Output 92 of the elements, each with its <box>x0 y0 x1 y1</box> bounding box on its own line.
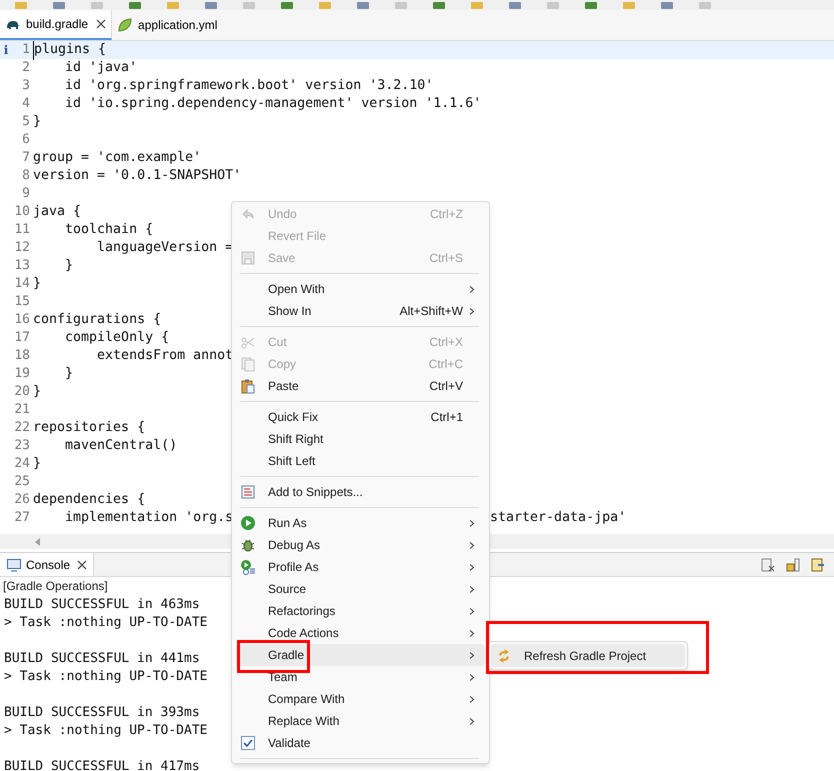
console-line: BUILD SUCCESSFUL in 393ms <box>4 705 200 720</box>
menu-item-label: Source <box>268 581 308 598</box>
menu-item-label: Gradle <box>268 647 306 664</box>
code-line: id 'io.spring.dependency-management' version '1.1.6' <box>64 96 482 112</box>
line-number: 18 <box>13 347 31 366</box>
line-number: 7 <box>21 149 31 168</box>
code-line: plugins { <box>34 42 106 58</box>
code-line: } <box>33 114 42 130</box>
tab-label: Console <box>26 556 70 574</box>
line-number: 20 <box>13 383 31 402</box>
menu-item-label: Save <box>268 250 296 267</box>
line-number: 14 <box>13 275 31 294</box>
console-line: BUILD SUCCESSFUL in 417ms <box>4 759 200 771</box>
line-number: 17 <box>13 329 31 348</box>
menu-item-label: Show In <box>268 303 312 320</box>
code-line: version = '0.0.1-SNAPSHOT' <box>33 168 242 184</box>
console-title: [Gradle Operations] <box>3 579 108 593</box>
line-number: 21 <box>13 401 31 420</box>
code-line: mavenCentral() <box>64 438 178 454</box>
console-line: > Task :nothing UP-TO-DATE <box>4 615 208 630</box>
console-line: > Task :nothing UP-TO-DATE <box>4 723 208 738</box>
menu-item-label: Revert File <box>268 228 328 245</box>
line-number: 13 <box>13 257 31 276</box>
menu-item-label: Team <box>268 669 298 686</box>
code-line: extendsFrom annot <box>96 348 234 364</box>
menu-item-label: Refactorings <box>268 603 336 620</box>
shortcut-label: Ctrl+S <box>429 250 463 267</box>
menu-item-label: Code Actions <box>268 625 340 642</box>
console-line: > Task :nothing UP-TO-DATE <box>4 669 208 684</box>
line-number: 4 <box>21 95 31 114</box>
menu-item-label: Undo <box>268 206 298 223</box>
line-number: 9 <box>21 185 31 204</box>
line-number: 2 <box>21 59 31 78</box>
code-line: } <box>64 366 74 382</box>
console-line: BUILD SUCCESSFUL in 441ms <box>4 651 200 666</box>
code-line: } <box>33 276 42 292</box>
tab-label: application.yml <box>138 17 218 34</box>
menu-item-label: Add to Snippets... <box>268 484 364 501</box>
code-line: implementation 'org.s <box>64 510 234 526</box>
code-line: } <box>33 456 42 472</box>
line-number: 10 <box>13 203 31 222</box>
menu-item-label: Run As <box>268 515 308 532</box>
code-line: java { <box>33 204 82 220</box>
menu-item-label: Cut <box>268 334 288 351</box>
line-number: 5 <box>21 113 31 132</box>
line-number: 16 <box>13 311 31 330</box>
code-line: } <box>64 258 74 274</box>
code-line: repositories { <box>33 420 146 436</box>
line-number: 11 <box>13 221 31 240</box>
code-line: toolchain { <box>64 222 154 238</box>
shortcut-label: Ctrl+V <box>429 378 463 395</box>
menu-item-label: Copy <box>268 356 298 373</box>
code-line: } <box>33 384 42 400</box>
line-number: 6 <box>21 131 31 150</box>
line-number: 23 <box>13 437 31 456</box>
info-marker: i <box>4 42 8 59</box>
menu-item-label: Shift Right <box>268 431 324 448</box>
menu-item-label: Validate <box>268 735 312 752</box>
code-line: group = 'com.example' <box>33 150 202 166</box>
code-line: configurations { <box>33 312 162 328</box>
line-number: 1 <box>21 41 31 60</box>
code-line: compileOnly { <box>64 330 170 346</box>
code-line: id 'java' <box>64 60 138 76</box>
menu-item-label: Profile As <box>268 559 320 576</box>
menu-item-label: Replace With <box>268 713 340 730</box>
line-number: 15 <box>13 293 31 312</box>
console-line: BUILD SUCCESSFUL in 463ms <box>4 597 200 612</box>
menu-item-label: Quick Fix <box>268 409 320 426</box>
code-line: starter-data-jpa' <box>490 509 626 528</box>
menu-item-label: Compare With <box>268 691 346 708</box>
menu-item-label: Shift Left <box>268 453 316 470</box>
menu-item-label: Debug As <box>268 537 322 554</box>
line-number: 8 <box>21 167 31 186</box>
shortcut-label: Alt+Shift+W <box>400 303 463 320</box>
line-number: 27 <box>13 509 31 528</box>
line-number: 26 <box>13 491 31 510</box>
code-line: id 'org.springframework.boot' version '3.2.10' <box>64 78 434 94</box>
menu-item-label: Open With <box>268 281 326 298</box>
line-number: 3 <box>21 77 31 96</box>
line-number: 19 <box>13 365 31 384</box>
line-number: 25 <box>13 473 31 492</box>
line-number: 12 <box>13 239 31 258</box>
line-number: 22 <box>13 419 31 438</box>
menu-item-label: Paste <box>268 378 300 395</box>
menu-item-label: Refresh Gradle Project <box>524 648 646 664</box>
shortcut-label: Ctrl+C <box>428 356 463 373</box>
shortcut-label: Ctrl+Z <box>430 206 463 223</box>
code-line: dependencies { <box>33 492 146 508</box>
line-number: 24 <box>13 455 31 474</box>
shortcut-label: Ctrl+X <box>429 334 463 351</box>
shortcut-label: Ctrl+1 <box>430 409 463 426</box>
tab-label: build.gradle <box>26 16 88 33</box>
